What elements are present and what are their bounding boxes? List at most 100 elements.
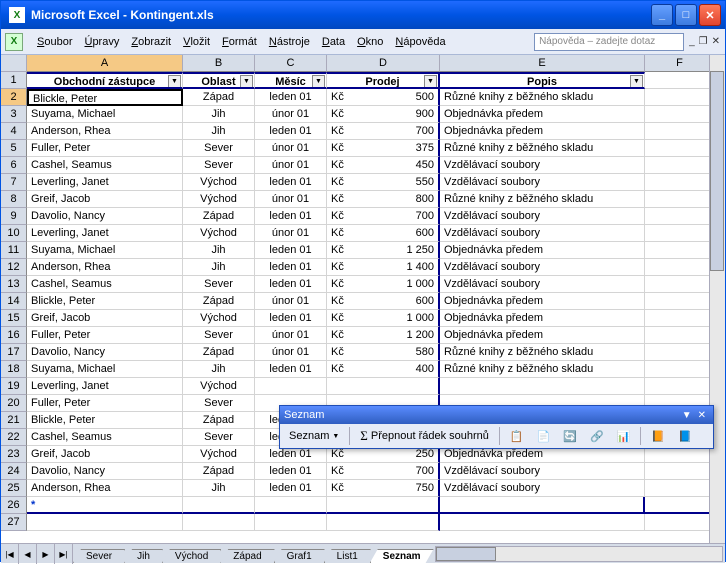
cell[interactable]: Různé knihy z běžného skladu (440, 344, 645, 361)
menu-data[interactable]: Data (316, 34, 351, 50)
cell[interactable]: Kč700 (327, 208, 440, 225)
list-action-2[interactable]: 📄 (532, 426, 556, 446)
list-action-3[interactable]: 🔄 (558, 426, 582, 446)
cell[interactable]: Východ (183, 225, 255, 242)
row-header[interactable]: 15 (1, 310, 27, 327)
row-header[interactable]: 7 (1, 174, 27, 191)
cell[interactable]: Kč600 (327, 225, 440, 242)
column-header-D[interactable]: D (327, 55, 440, 72)
cell[interactable]: Východ (183, 446, 255, 463)
row-header[interactable]: 8 (1, 191, 27, 208)
cell[interactable]: Kč1 400 (327, 259, 440, 276)
close-button[interactable]: ✕ (699, 4, 721, 26)
menu-vložit[interactable]: Vložit (177, 34, 216, 50)
cell[interactable] (645, 208, 715, 225)
cell[interactable]: Kč1 000 (327, 310, 440, 327)
table-header-cell[interactable]: Oblast▼ (183, 72, 255, 89)
cell[interactable] (440, 497, 645, 514)
cell[interactable] (645, 480, 715, 497)
cell[interactable]: Kč500 (327, 89, 440, 106)
cell[interactable]: Anderson, Rhea (27, 123, 183, 140)
cell[interactable]: Greif, Jacob (27, 191, 183, 208)
cell[interactable]: Vzdělávací soubory (440, 259, 645, 276)
row-header[interactable]: 9 (1, 208, 27, 225)
cell[interactable]: Západ (183, 293, 255, 310)
row-header[interactable]: 13 (1, 276, 27, 293)
cell[interactable] (645, 89, 715, 106)
column-header-C[interactable]: C (255, 55, 327, 72)
cell[interactable]: Suyama, Michael (27, 106, 183, 123)
row-header[interactable]: 3 (1, 106, 27, 123)
list-toolbar-close-icon[interactable]: ✕ (695, 410, 709, 421)
sheet-tab-západ[interactable]: Západ (220, 549, 274, 563)
cell[interactable]: Sever (183, 429, 255, 446)
cell[interactable] (645, 106, 715, 123)
row-header[interactable]: 16 (1, 327, 27, 344)
row-header[interactable]: 24 (1, 463, 27, 480)
cell[interactable]: Leverling, Janet (27, 378, 183, 395)
menu-nápověda[interactable]: Nápověda (389, 34, 451, 50)
cell[interactable]: Kč1 250 (327, 242, 440, 259)
cell[interactable]: únor 01 (255, 157, 327, 174)
cell[interactable]: Sever (183, 327, 255, 344)
row-header[interactable]: 26 (1, 497, 27, 514)
cell[interactable]: Leverling, Janet (27, 174, 183, 191)
row-header[interactable]: 17 (1, 344, 27, 361)
sheet-tab-jih[interactable]: Jih (124, 549, 163, 563)
cell[interactable]: Vzdělávací soubory (440, 225, 645, 242)
list-menu-button[interactable]: Seznam ▼ (284, 426, 344, 446)
cell[interactable]: Sever (183, 140, 255, 157)
cell[interactable]: Blickle, Peter (27, 412, 183, 429)
cell[interactable]: Vzdělávací soubory (440, 174, 645, 191)
cell[interactable]: leden 01 (255, 174, 327, 191)
cell[interactable] (645, 497, 715, 514)
cell[interactable]: Východ (183, 174, 255, 191)
cell[interactable] (645, 463, 715, 480)
cell[interactable] (327, 514, 440, 531)
titlebar[interactable]: X Microsoft Excel - Kontingent.xls _ □ ✕ (1, 1, 725, 29)
cell[interactable]: únor 01 (255, 140, 327, 157)
cell[interactable] (255, 497, 327, 514)
cell[interactable]: Anderson, Rhea (27, 480, 183, 497)
cell[interactable]: Objednávka předem (440, 123, 645, 140)
filter-dropdown-icon[interactable]: ▼ (312, 75, 325, 88)
cell[interactable]: Objednávka předem (440, 242, 645, 259)
cell[interactable]: Objednávka předem (440, 106, 645, 123)
cell[interactable]: Západ (183, 208, 255, 225)
minimize-button[interactable]: _ (651, 4, 673, 26)
cell[interactable]: Fuller, Peter (27, 395, 183, 412)
column-header-F[interactable]: F (645, 55, 715, 72)
row-header[interactable]: 2 (1, 89, 27, 106)
cell[interactable]: Davolio, Nancy (27, 344, 183, 361)
cell[interactable]: Davolio, Nancy (27, 463, 183, 480)
cell[interactable]: Vzdělávací soubory (440, 276, 645, 293)
row-header[interactable]: 6 (1, 157, 27, 174)
row-header[interactable]: 14 (1, 293, 27, 310)
list-toolbar-titlebar[interactable]: Seznam ▼ ✕ (280, 406, 713, 424)
cell[interactable]: Davolio, Nancy (27, 208, 183, 225)
cell[interactable]: Východ (183, 378, 255, 395)
cell[interactable]: Vzdělávací soubory (440, 157, 645, 174)
menu-soubor[interactable]: Soubor (31, 34, 78, 50)
cell[interactable]: Fuller, Peter (27, 140, 183, 157)
cell[interactable] (645, 225, 715, 242)
cell[interactable]: leden 01 (255, 123, 327, 140)
cell[interactable]: Západ (183, 89, 255, 106)
spreadsheet-grid[interactable]: ABCDEF 1Obchodní zástupce▼Oblast▼Měsíc▼P… (1, 55, 725, 543)
tab-nav-first[interactable]: |◀ (1, 544, 19, 564)
cell[interactable]: Kč580 (327, 344, 440, 361)
menu-úpravy[interactable]: Úpravy (78, 34, 125, 50)
menu-formát[interactable]: Formát (216, 34, 263, 50)
cell[interactable]: Cashel, Seamus (27, 276, 183, 293)
tab-nav-last[interactable]: ▶| (55, 544, 73, 564)
row-header[interactable]: 20 (1, 395, 27, 412)
cell[interactable]: Kč750 (327, 480, 440, 497)
filter-dropdown-icon[interactable]: ▼ (630, 75, 643, 88)
sheet-tab-seznam[interactable]: Seznam (370, 549, 434, 563)
cell[interactable]: Blickle, Peter (27, 293, 183, 310)
list-action-6[interactable]: 📙 (646, 426, 670, 446)
cell[interactable]: Různé knihy z běžného skladu (440, 191, 645, 208)
cell[interactable] (645, 344, 715, 361)
cell[interactable]: únor 01 (255, 293, 327, 310)
cell[interactable]: Fuller, Peter (27, 327, 183, 344)
